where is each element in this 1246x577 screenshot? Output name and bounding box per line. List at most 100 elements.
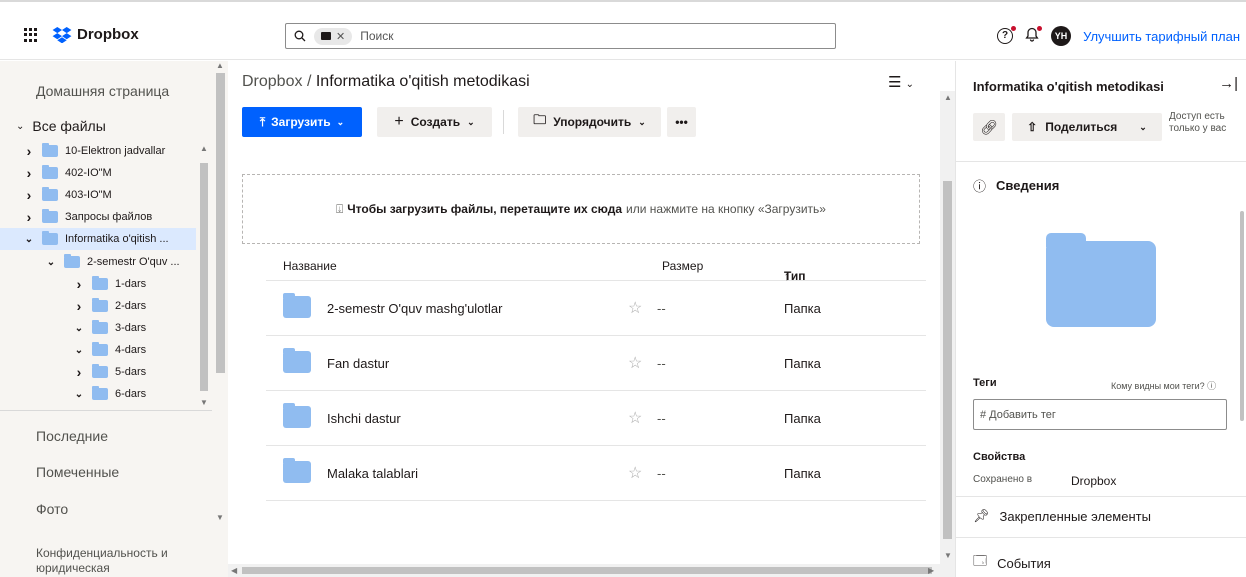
chevron-down-icon[interactable]: ⌄ — [72, 323, 86, 334]
help-icon[interactable]: ? — [997, 26, 1017, 44]
share-button[interactable]: ⇧ Поделиться ⌄ — [1012, 113, 1162, 141]
search-icon — [294, 30, 306, 42]
column-size[interactable]: Размер — [662, 259, 703, 273]
tree-item[interactable]: ⌄ 2-semestr O'quv ... — [44, 251, 180, 273]
events-section[interactable]: 🗔︎ События — [973, 552, 1051, 574]
chevron-right-icon[interactable]: › — [22, 143, 36, 159]
tree-item[interactable]: › 1-dars — [72, 273, 146, 295]
sidebar-item-legal[interactable]: юридическая — [36, 561, 110, 575]
chevron-right-icon[interactable]: › — [72, 298, 86, 314]
folder-icon — [42, 165, 58, 179]
share-label: Поделиться — [1045, 120, 1118, 134]
create-label: Создать — [410, 115, 461, 129]
tags-visibility-link[interactable]: Кому видны мои теги? ⓘ — [1111, 379, 1216, 392]
chevron-right-icon[interactable]: › — [22, 187, 36, 203]
create-button[interactable]: + Создать ⌄ — [377, 107, 492, 137]
upgrade-link[interactable]: Улучшить тарифный план — [1083, 29, 1240, 44]
chevron-down-icon: ⌄ — [336, 116, 345, 127]
tree-item[interactable]: ⌄ 3-dars — [72, 317, 146, 339]
table-row[interactable]: Ishchi dastur ☆ -- Папка — [266, 391, 926, 446]
chevron-down-icon: ⌄ — [638, 116, 646, 127]
tree-item-label: 403-IO"M — [65, 189, 112, 201]
chevron-right-icon[interactable]: › — [22, 209, 36, 225]
upload-button[interactable]: ⤒ Загрузить ⌄ — [242, 107, 362, 137]
dropbox-icon — [52, 26, 72, 43]
copy-link-button[interactable]: 🔗︎ — [973, 113, 1005, 141]
file-name[interactable]: Ishchi dastur — [327, 411, 401, 426]
main-content: Dropbox / Informatika o'qitish metodikas… — [228, 61, 955, 577]
saved-in-value[interactable]: Dropbox — [1071, 474, 1116, 488]
search-bar[interactable]: ✕ Поиск — [285, 23, 836, 49]
tree-item-label: 6-dars — [115, 388, 147, 400]
sidebar-scrollbar[interactable]: ▲ ▼ — [213, 61, 228, 526]
folder-icon — [92, 386, 108, 400]
chevron-right-icon[interactable]: › — [22, 165, 36, 181]
sidebar-item-photos[interactable]: Фото — [36, 501, 68, 517]
events-label: События — [997, 555, 1051, 571]
main-horizontal-scrollbar[interactable]: ◀ ▶ — [228, 564, 940, 577]
chevron-down-icon[interactable]: ⌄ — [72, 389, 86, 400]
star-icon[interactable]: ☆ — [628, 353, 642, 373]
toolbar-divider — [503, 110, 504, 134]
chevron-down-icon[interactable]: ⌄ — [22, 234, 36, 245]
chevron-down-icon[interactable]: ⌄ — [16, 121, 24, 132]
table-row[interactable]: Fan dastur ☆ -- Папка — [266, 336, 926, 391]
panel-scrollbar[interactable] — [1240, 211, 1244, 421]
star-icon[interactable]: ☆ — [628, 463, 642, 483]
column-name[interactable]: Название — [283, 259, 337, 273]
star-icon[interactable]: ☆ — [628, 298, 642, 318]
file-type: Папка — [784, 466, 821, 481]
organize-button[interactable]: 🗀 Упорядочить ⌄ — [518, 107, 661, 137]
app-grid-icon[interactable] — [24, 28, 38, 42]
table-row[interactable]: 2-semestr O'quv mashg'ulotlar ☆ -- Папка — [266, 281, 926, 336]
sidebar-item-all-files[interactable]: ⌄ Все файлы — [16, 118, 106, 134]
upload-dropzone[interactable]: ⍗ Чтобы загрузить файлы, перетащите их с… — [242, 174, 920, 244]
chevron-down-icon[interactable]: ⌄ — [72, 345, 86, 356]
info-section-header[interactable]: ⓘ Сведения — [973, 176, 1059, 195]
tree-item[interactable]: ⌄ 6-dars — [72, 383, 146, 405]
tree-item[interactable]: › Запросы файлов — [22, 206, 152, 228]
chevron-down-icon[interactable]: ⌄ — [44, 257, 58, 268]
folder-icon — [283, 293, 311, 318]
search-input[interactable]: Поиск — [360, 29, 393, 43]
more-actions-button[interactable]: ••• — [667, 107, 696, 137]
view-options-button[interactable]: ☰ ⌄ — [888, 73, 914, 91]
pinned-items-section[interactable]: 📌︎ Закрепленные элементы — [973, 508, 1151, 524]
bell-icon[interactable] — [1025, 25, 1043, 46]
star-icon[interactable]: ☆ — [628, 408, 642, 428]
tree-item[interactable]: › 2-dars — [72, 295, 146, 317]
chevron-right-icon[interactable]: › — [72, 364, 86, 380]
collapse-panel-icon[interactable]: →| — [1219, 75, 1238, 92]
file-name[interactable]: Malaka talablari — [327, 466, 418, 481]
close-icon[interactable]: ✕ — [336, 30, 345, 43]
sidebar-item-starred[interactable]: Помеченные — [36, 464, 119, 480]
tags-label: Теги — [973, 377, 997, 389]
header-actions: ? YH Улучшить тарифный план — [997, 25, 1240, 46]
tree-item[interactable]: ⌄ 4-dars — [72, 339, 146, 361]
tree-item[interactable]: › 10-Elektron jadvallar — [22, 140, 165, 162]
info-icon: ⓘ — [973, 179, 987, 194]
sidebar-item-privacy[interactable]: Конфиденциальность и — [36, 546, 168, 560]
pin-icon: 📌︎ — [973, 508, 990, 523]
breadcrumb-root[interactable]: Dropbox — [242, 73, 302, 90]
main-scrollbar[interactable]: ▲ ▼ — [940, 91, 955, 577]
file-name[interactable]: Fan dastur — [327, 356, 389, 371]
tree-scrollbar[interactable]: ▲ — [197, 143, 211, 411]
file-type: Папка — [784, 411, 821, 426]
folder-filter-chip[interactable]: ✕ — [314, 27, 353, 45]
breadcrumb-separator: / — [306, 73, 312, 90]
tree-item[interactable]: › 402-IO"M — [22, 162, 112, 184]
add-tag-input[interactable]: # Добавить тег — [973, 399, 1227, 430]
folder-icon — [42, 187, 58, 201]
sidebar-item-recent[interactable]: Последние — [36, 428, 108, 444]
avatar[interactable]: YH — [1051, 26, 1072, 46]
file-name[interactable]: 2-semestr O'quv mashg'ulotlar — [327, 301, 502, 316]
tree-item[interactable]: ⌄ Informatika o'qitish ... — [0, 228, 196, 250]
chevron-right-icon[interactable]: › — [72, 276, 86, 292]
sidebar-item-home[interactable]: Домашняя страница — [36, 83, 169, 99]
dropbox-logo[interactable]: Dropbox — [52, 26, 139, 43]
tree-item[interactable]: › 5-dars — [72, 361, 146, 383]
table-row[interactable]: Malaka talablari ☆ -- Папка — [266, 446, 926, 501]
upload-drop-icon: ⍗ — [336, 201, 344, 216]
tree-item[interactable]: › 403-IO"M — [22, 184, 112, 206]
